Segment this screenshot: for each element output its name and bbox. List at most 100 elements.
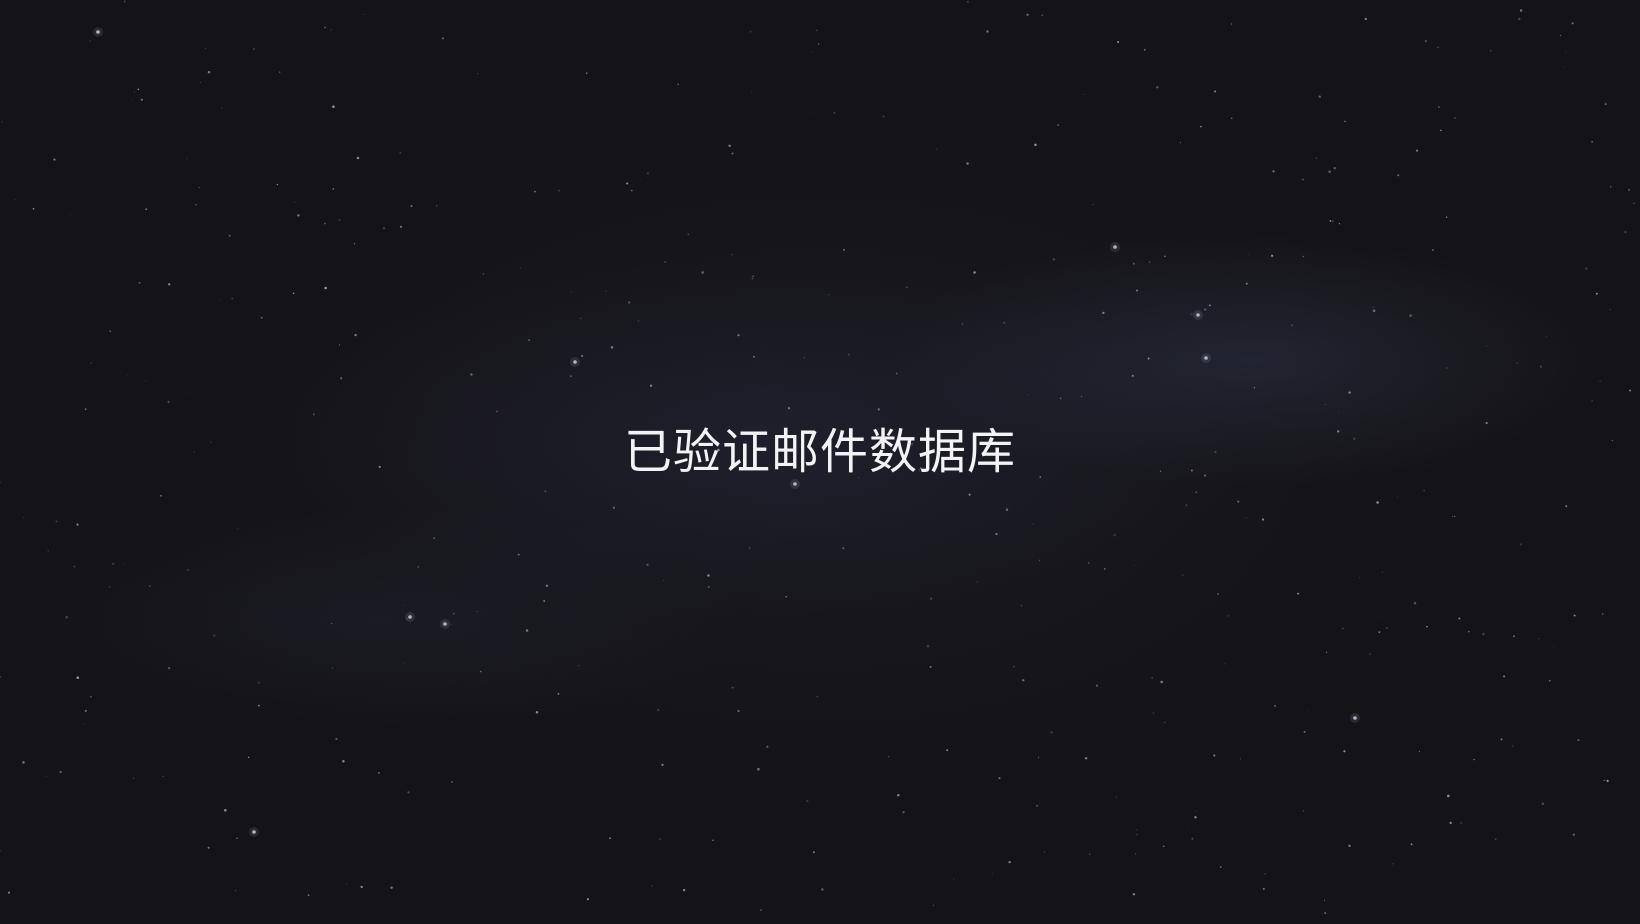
star [186,157,188,160]
star [1538,638,1540,640]
star [258,704,260,707]
star [293,201,295,203]
star [1519,543,1523,546]
star [207,70,211,74]
star [303,489,305,491]
star [1185,504,1188,506]
star [90,696,92,698]
star [1303,730,1306,733]
star [712,839,714,842]
star [812,851,815,854]
star [533,190,536,193]
star [1606,779,1609,783]
star [307,894,310,897]
star [687,233,690,236]
star [1591,140,1593,143]
star [219,299,220,301]
star [639,180,641,182]
star [1512,745,1514,747]
star [390,886,393,889]
star [1603,779,1605,781]
star [787,407,790,410]
star [1548,679,1551,682]
star [731,686,734,689]
star [1230,23,1233,25]
star [1050,731,1053,734]
star [1022,679,1025,682]
star [199,81,201,83]
star [1200,125,1202,128]
star [1156,86,1159,89]
star [7,891,11,894]
star [976,581,978,583]
star [605,290,607,293]
star [1088,562,1090,564]
star [332,105,335,108]
star [1214,90,1217,93]
star [1610,186,1612,188]
bright-star [408,615,412,619]
star [1081,396,1083,398]
star [399,225,403,228]
star [1208,304,1211,307]
star [205,47,207,49]
star [1324,912,1327,915]
star [132,777,135,779]
star [167,666,171,670]
star [842,547,845,550]
star [1190,313,1193,316]
star [926,645,930,648]
star [528,339,531,342]
star [1057,124,1060,126]
star [76,523,79,526]
star [297,214,300,217]
bright-star [1196,313,1200,317]
star [133,91,135,93]
star [1083,93,1085,95]
star [186,568,189,571]
star [1426,625,1428,628]
bright-star [443,622,447,626]
star [1449,821,1452,825]
star [1331,220,1335,223]
star [1553,646,1555,648]
star [1084,757,1088,760]
star [1438,106,1440,108]
star [973,271,976,274]
star [1195,810,1197,812]
star [279,71,281,73]
star [664,261,666,263]
star [848,353,850,356]
star [1571,22,1574,25]
star [953,878,955,880]
star [112,562,115,565]
star [731,254,733,256]
star [612,506,616,509]
star [626,182,629,185]
star [335,737,338,741]
star [1446,367,1448,369]
star [998,777,1001,780]
star [1460,822,1462,824]
star [1239,758,1241,760]
star [247,756,250,759]
star [436,205,438,207]
page-title: 已验证邮件数据库 [623,424,1016,480]
star [312,413,315,416]
star [1136,289,1139,292]
bright-star [1204,356,1208,360]
star [137,88,140,91]
star [1518,17,1521,21]
star [1026,13,1029,16]
star [1324,404,1326,406]
star [83,723,85,725]
star [1624,230,1627,234]
star [557,693,560,695]
star [1194,816,1197,819]
star [1204,308,1207,311]
star [887,755,890,758]
star [224,809,227,812]
star [1261,518,1265,521]
star [360,885,363,889]
star [1397,496,1398,498]
